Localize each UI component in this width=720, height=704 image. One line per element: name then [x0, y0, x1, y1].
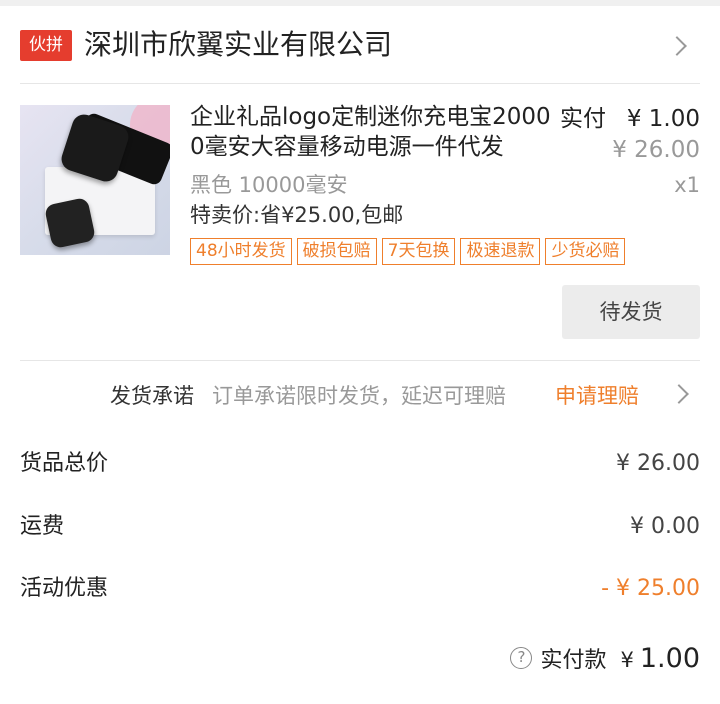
pay-label: 实付: [560, 106, 606, 132]
shipping-value: ¥ 0.00: [630, 514, 700, 539]
discount-value: - ¥ 25.00: [601, 576, 700, 601]
service-tag: 48小时发货: [190, 238, 292, 265]
special-price: 特卖价:省¥25.00,包邮: [190, 203, 404, 227]
product-title[interactable]: 企业礼品logo定制迷你充电宝20000毫安大容量移动电源一件代发: [190, 102, 558, 162]
claim-link[interactable]: 申请理赔: [555, 381, 639, 411]
product-image[interactable]: [20, 105, 170, 255]
store-name[interactable]: 深圳市欣翼实业有限公司: [84, 26, 392, 64]
service-tag: 破损包赔: [296, 238, 377, 265]
service-tag: 极速退款: [460, 238, 541, 265]
service-tags: 48小时发货 破损包赔 7天包换 极速退款 少货必赔: [190, 238, 626, 265]
total-value: 1.00: [639, 643, 700, 674]
goods-total-label: 货品总价: [20, 451, 109, 476]
store-header[interactable]: 伙拼 深圳市欣翼实业有限公司: [0, 6, 720, 84]
total-label: 实付款: [540, 648, 607, 673]
divider: [20, 360, 700, 361]
shipping-label: 运费: [20, 514, 65, 539]
chevron-right-icon[interactable]: [669, 384, 689, 404]
chevron-right-icon[interactable]: [667, 36, 687, 56]
currency-symbol: ¥: [620, 648, 634, 672]
order-status-button[interactable]: 待发货: [562, 285, 700, 339]
store-badge: 伙拼: [20, 30, 72, 61]
divider: [20, 83, 700, 84]
service-tag: 少货必赔: [545, 238, 626, 265]
discount-label: 活动优惠: [20, 576, 109, 601]
product-quantity: x1: [674, 173, 700, 197]
service-tag: 7天包换: [381, 238, 456, 265]
promise-description: 订单承诺限时发货，延迟可理赔: [212, 384, 506, 408]
promise-title: 发货承诺: [110, 384, 194, 408]
help-icon[interactable]: ?: [510, 647, 533, 669]
goods-total-value: ¥ 26.00: [616, 451, 700, 476]
product-spec: 黑色 10000毫安: [190, 173, 348, 197]
pay-price: ¥ 1.00: [626, 106, 700, 132]
original-price: ¥ 26.00: [612, 137, 700, 163]
total-payment-row: ? 实付款 ¥ 1.00: [510, 642, 700, 674]
